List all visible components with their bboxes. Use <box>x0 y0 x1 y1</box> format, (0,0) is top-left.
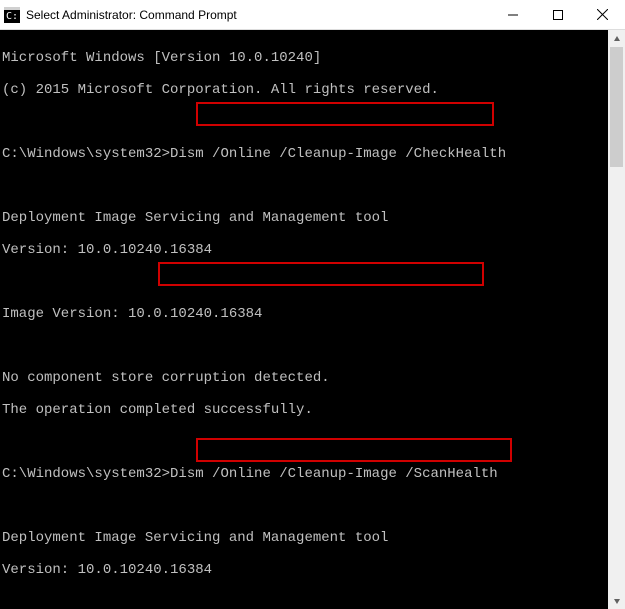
output-line: (c) 2015 Microsoft Corporation. All righ… <box>2 82 606 98</box>
minimize-button[interactable] <box>490 0 535 30</box>
svg-text:C:: C: <box>6 11 18 22</box>
vertical-scrollbar[interactable] <box>608 30 625 609</box>
output-line: Deployment Image Servicing and Managemen… <box>2 530 606 546</box>
output-line <box>2 594 606 609</box>
output-line <box>2 114 606 130</box>
output-line: Version: 10.0.10240.16384 <box>2 242 606 258</box>
output-line <box>2 178 606 194</box>
maximize-button[interactable] <box>535 0 580 30</box>
output-line: The operation completed successfully. <box>2 402 606 418</box>
output-line <box>2 434 606 450</box>
terminal-output[interactable]: Microsoft Windows [Version 10.0.10240] (… <box>0 30 608 609</box>
window-title: Select Administrator: Command Prompt <box>26 8 490 22</box>
output-line: Image Version: 10.0.10240.16384 <box>2 306 606 322</box>
cmd-icon: C: <box>4 7 20 23</box>
close-button[interactable] <box>580 0 625 30</box>
terminal-client-area: Microsoft Windows [Version 10.0.10240] (… <box>0 30 625 609</box>
output-line: C:\Windows\system32>Dism /Online /Cleanu… <box>2 146 606 162</box>
scroll-down-button[interactable] <box>608 592 625 609</box>
output-line: No component store corruption detected. <box>2 370 606 386</box>
output-line: Deployment Image Servicing and Managemen… <box>2 210 606 226</box>
scroll-up-button[interactable] <box>608 30 625 47</box>
output-line: Version: 10.0.10240.16384 <box>2 562 606 578</box>
output-line <box>2 274 606 290</box>
titlebar[interactable]: C: Select Administrator: Command Prompt <box>0 0 625 30</box>
output-line: Microsoft Windows [Version 10.0.10240] <box>2 50 606 66</box>
command-prompt-window: C: Select Administrator: Command Prompt … <box>0 0 625 609</box>
scroll-thumb[interactable] <box>610 47 623 167</box>
output-line: C:\Windows\system32>Dism /Online /Cleanu… <box>2 466 606 482</box>
output-line <box>2 338 606 354</box>
output-line <box>2 498 606 514</box>
